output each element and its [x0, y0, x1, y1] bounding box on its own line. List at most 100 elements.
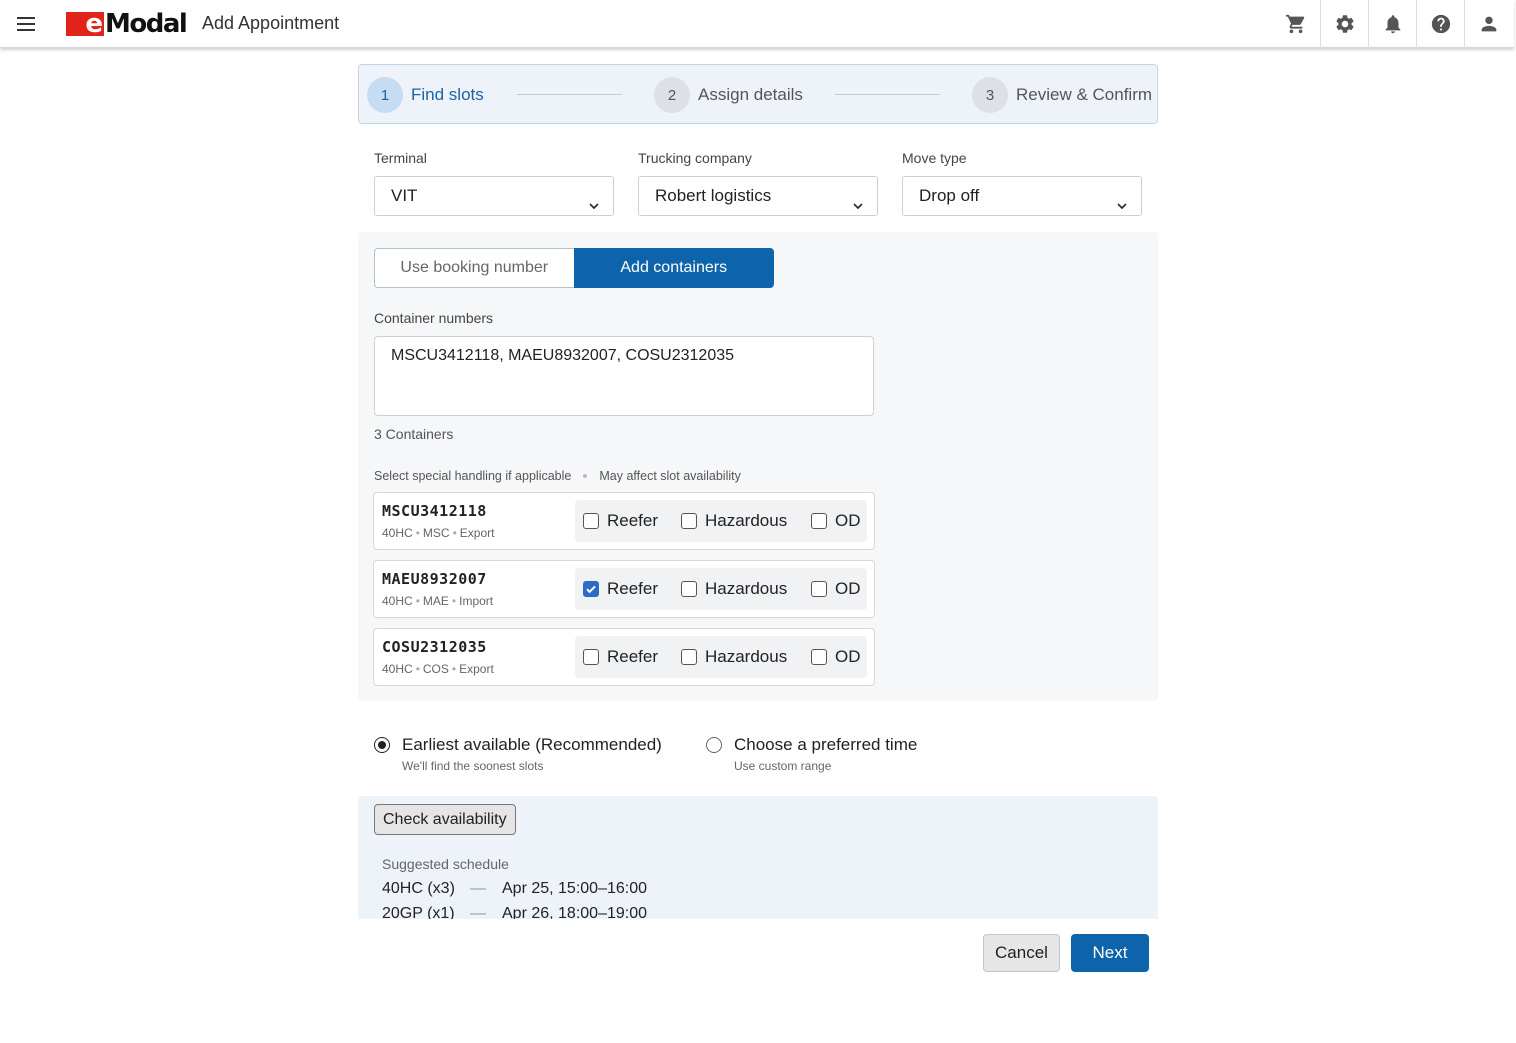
- trucking-value: Robert logistics: [655, 186, 772, 205]
- container-line: MAE: [422, 594, 449, 608]
- checkbox-box[interactable]: [811, 581, 827, 597]
- stepper: 1 Find slots 2 Assign details 3 Review &…: [358, 64, 1158, 124]
- chevron-down-icon: [851, 189, 865, 210]
- container-row: MSCU3412118 40HC • MSC • Export Reefer Hazar…: [373, 492, 875, 550]
- earliest-available-label: Earliest available (Recommended): [402, 735, 662, 754]
- bell-icon[interactable]: [1368, 0, 1416, 48]
- od-checkbox[interactable]: OD: [811, 568, 861, 610]
- chevron-down-icon: [1115, 189, 1129, 210]
- container-number: MAEU8932007: [382, 570, 487, 588]
- hazardous-label: Hazardous: [705, 511, 788, 530]
- schedule-type: 20GP (x1): [382, 905, 455, 919]
- step-label: Review & Confirm: [1016, 85, 1153, 104]
- step-label: Find slots: [411, 85, 484, 104]
- preferred-time-label: Choose a preferred time: [734, 735, 918, 754]
- cancel-button[interactable]: Cancel: [983, 934, 1060, 972]
- hazardous-label: Hazardous: [705, 579, 788, 598]
- preferred-time-radio[interactable]: Choose a preferred time Use custom range: [706, 735, 917, 773]
- container-numbers-label: Container numbers: [374, 310, 494, 326]
- container-size: 40HC: [382, 526, 413, 540]
- radio-button[interactable]: [706, 737, 722, 753]
- container-count: 3 Containers: [374, 426, 454, 442]
- schedule-time: Apr 25, 15:00–16:00: [502, 880, 648, 897]
- checkbox-box[interactable]: [681, 513, 697, 529]
- chevron-down-icon: [587, 189, 601, 210]
- schedule-row: 40HC (x3) — Apr 25, 15:00–16:00: [382, 880, 647, 898]
- special-handling-hint: Select special handling if applicable Ma…: [374, 469, 741, 483]
- container-direction: Export: [459, 662, 494, 676]
- radio-button-selected[interactable]: [374, 737, 390, 753]
- top-bar: e Modal Add Appointment: [0, 0, 1514, 48]
- handling-options: Reefer Hazardous OD: [575, 568, 867, 610]
- hazardous-checkbox[interactable]: Hazardous: [681, 636, 787, 678]
- step-assign-details[interactable]: 2 Assign details: [654, 77, 803, 113]
- reefer-checkbox[interactable]: Reefer: [583, 636, 658, 678]
- reefer-label: Reefer: [607, 511, 659, 530]
- container-meta: 40HC • MSC • Export: [382, 526, 495, 540]
- od-label: OD: [835, 647, 861, 666]
- step-review-confirm[interactable]: 3 Review & Confirm: [972, 77, 1152, 113]
- earliest-available-radio[interactable]: Earliest available (Recommended) We'll f…: [374, 735, 662, 773]
- move-type-value: Drop off: [919, 186, 980, 205]
- trucking-label: Trucking company: [638, 150, 752, 166]
- hazardous-checkbox[interactable]: Hazardous: [681, 568, 787, 610]
- container-meta: 40HC • COS • Export: [382, 662, 494, 676]
- top-icon-bar: [1272, 0, 1512, 48]
- cart-icon[interactable]: [1272, 0, 1320, 48]
- container-direction: Export: [459, 526, 495, 540]
- checkbox-box[interactable]: [681, 649, 697, 665]
- terminal-value: VIT: [391, 186, 418, 205]
- hint-note: May affect slot availability: [599, 469, 741, 483]
- schedule-dash: —: [470, 880, 486, 897]
- od-label: OD: [835, 579, 861, 598]
- reefer-label: Reefer: [607, 579, 659, 598]
- container-numbers-input[interactable]: MSCU3412118, MAEU8932007, COSU2312035: [374, 336, 874, 416]
- container-row: MAEU8932007 40HC • MAE • Import Reefer Hazar…: [373, 560, 875, 618]
- step-number: 3: [972, 77, 1008, 113]
- trucking-select[interactable]: Robert logistics: [638, 176, 878, 216]
- checkbox-box[interactable]: [583, 513, 599, 529]
- container-line: COS: [422, 662, 449, 676]
- checkbox-box[interactable]: [811, 649, 827, 665]
- container-size: 40HC: [382, 662, 413, 676]
- handling-options: Reefer Hazardous OD: [575, 500, 867, 542]
- terminal-label: Terminal: [374, 150, 427, 166]
- separator-dot: [583, 474, 588, 478]
- emodal-logo[interactable]: e Modal: [66, 11, 188, 37]
- logo-e: e: [66, 11, 104, 37]
- next-button[interactable]: Next: [1071, 934, 1149, 972]
- page-title: Add Appointment: [202, 13, 340, 33]
- checkbox-box-checked[interactable]: [583, 581, 599, 597]
- move-type-label: Move type: [902, 150, 967, 166]
- reefer-checkbox[interactable]: Reefer: [583, 500, 658, 542]
- step-connector: [835, 94, 940, 95]
- od-checkbox[interactable]: OD: [811, 500, 861, 542]
- checkbox-box[interactable]: [583, 649, 599, 665]
- step-find-slots[interactable]: 1 Find slots: [367, 77, 484, 113]
- schedule-type: 40HC (x3): [382, 880, 455, 897]
- add-containers-button[interactable]: Add containers: [573, 248, 774, 288]
- menu-icon[interactable]: [14, 12, 38, 36]
- move-type-select[interactable]: Drop off: [902, 176, 1142, 216]
- step-label: Assign details: [698, 85, 803, 104]
- user-icon[interactable]: [1464, 0, 1512, 48]
- use-booking-number-button[interactable]: Use booking number: [374, 248, 574, 288]
- step-number: 1: [367, 77, 403, 113]
- checkbox-box[interactable]: [811, 513, 827, 529]
- preferred-time-sub: Use custom range: [734, 759, 832, 773]
- reefer-checkbox[interactable]: Reefer: [583, 568, 658, 610]
- hazardous-checkbox[interactable]: Hazardous: [681, 500, 787, 542]
- reefer-label: Reefer: [607, 647, 659, 666]
- schedule-dash: —: [470, 905, 486, 919]
- input-mode-toggle: Use booking number Add containers: [374, 248, 774, 288]
- schedule-time: Apr 26, 18:00–19:00: [502, 905, 648, 919]
- terminal-select[interactable]: VIT: [374, 176, 614, 216]
- od-checkbox[interactable]: OD: [811, 636, 861, 678]
- checkmark-icon: [586, 585, 596, 594]
- container-direction: Import: [459, 594, 494, 608]
- gear-icon[interactable]: [1320, 0, 1368, 48]
- help-icon[interactable]: [1416, 0, 1464, 48]
- check-availability-button[interactable]: Check availability: [374, 804, 516, 835]
- checkbox-box[interactable]: [681, 581, 697, 597]
- step-connector: [517, 94, 622, 95]
